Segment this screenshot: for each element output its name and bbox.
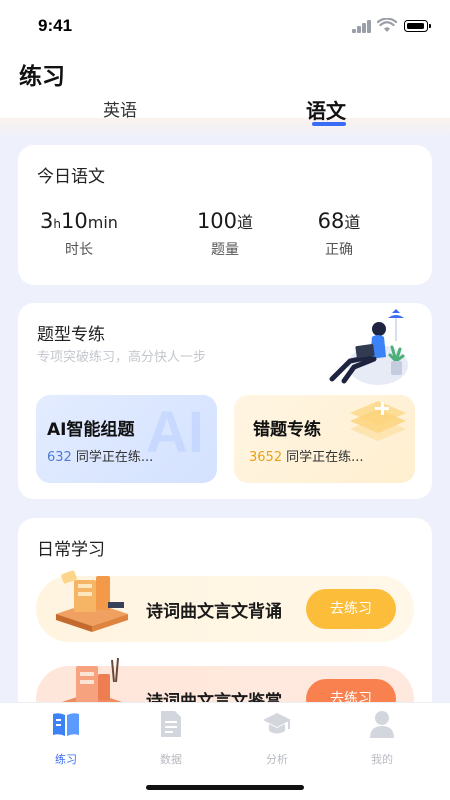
book-icon [53,713,79,736]
ai-watermark: AI [146,400,204,465]
home-indicator [146,785,304,790]
tab-english[interactable]: 英语 [103,96,137,121]
books-illustration [56,570,128,632]
ai-card-practicing: 632 同学正在练... [47,450,154,465]
topic-card-title: 题型专练 [37,325,105,345]
nav-practice[interactable]: 练习 [36,709,96,767]
stat-duration: 3h10min 时长 [14,209,144,259]
study-item-recitation[interactable]: 诗词曲文言文背诵 去练习 [36,570,414,642]
stat-correct-value: 68道 [317,209,361,233]
ai-smart-quiz-card[interactable]: AI AI智能组题 632 同学正在练... [36,395,217,483]
recitation-practice-button[interactable]: 去练习 [306,589,396,629]
nav-me-label: 我的 [371,753,393,766]
wrong-card-title: 错题专练 [253,420,321,440]
topic-card-subtitle: 专项突破练习，高分快人一步 [37,350,207,365]
document-icon [161,711,181,737]
stat-count: 100道 题量 [160,209,290,259]
tab-chinese[interactable]: 语文 [306,95,346,124]
status-time: 9:41 [38,16,73,35]
stat-correct-label: 正确 [325,242,353,258]
active-tab-indicator [312,122,346,126]
header-fade [0,118,450,138]
wrong-questions-card[interactable]: 错题专练 3652 同学正在练... [234,395,415,483]
topic-practice-card: 题型专练 专项突破练习，高分快人一步 AI AI智能组题 632 同学正在练...… [18,303,432,499]
stat-correct: 68道 正确 [274,209,404,259]
signal-icon [352,20,372,33]
person-icon [370,711,394,738]
wifi-icon [377,18,397,32]
stat-count-label: 题量 [211,242,239,258]
reading-person-illustration [329,309,408,385]
recitation-title: 诗词曲文言文背诵 [146,602,282,622]
stacked-layers-icon [350,401,406,441]
today-card-title: 今日语文 [37,167,105,187]
nav-me[interactable]: 我的 [352,709,412,767]
stat-duration-label: 时长 [65,242,93,258]
today-stats-card: 今日语文 3h10min 时长 100道 题量 68道 正确 [18,145,432,285]
status-bar: 9:41 [0,0,450,50]
nav-analysis-label: 分析 [266,753,288,766]
wrong-card-practicing: 3652 同学正在练... [249,450,364,465]
stat-count-value: 100道 [196,209,254,233]
page-title: 练习 [19,64,65,90]
daily-card-title: 日常学习 [37,540,105,560]
nav-data-label: 数据 [160,753,182,766]
battery-icon [404,20,431,32]
nav-analysis[interactable]: 分析 [247,709,307,767]
ai-card-title: AI智能组题 [47,420,135,440]
nav-data[interactable]: 数据 [141,709,201,767]
stat-duration-value: 3h10min [40,209,118,233]
graduation-cap-icon [263,713,291,734]
nav-practice-label: 练习 [55,753,77,766]
